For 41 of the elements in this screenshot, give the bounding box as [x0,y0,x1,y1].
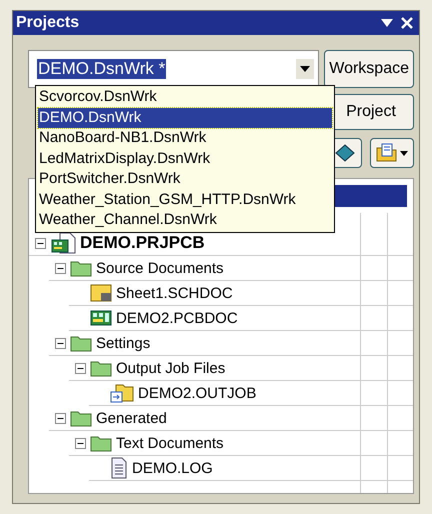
collapse-toggle[interactable] [35,238,46,248]
tree-item[interactable]: Text Documents [116,434,224,452]
folder-icon [70,334,92,352]
collapse-toggle[interactable] [55,338,66,348]
folder-arrow-icon [110,383,134,403]
workspace-combo[interactable]: DEMO.DsnWrk * [28,50,320,88]
tree-item[interactable]: Generated [96,410,167,426]
schematic-document-icon [90,284,112,302]
tree-item[interactable]: Output Job Files [116,360,226,376]
folder-icon [90,359,112,377]
tree-item[interactable]: DEMO2.PCBDOC [116,310,238,326]
collapse-toggle[interactable] [55,412,66,424]
folder-document-icon [376,143,398,163]
folder-icon [70,409,92,427]
folder-icon [90,434,112,452]
caret-icon[interactable] [300,66,310,72]
dropdown-item[interactable]: LedMatrixDisplay.DsnWrk [38,148,332,169]
collapse-toggle[interactable] [75,362,86,374]
dropdown-item[interactable]: PortSwitcher.DsnWrk [38,169,332,190]
tree-item[interactable]: DEMO.LOG [132,460,213,476]
tree-item[interactable]: DEMO2.OUTJOB [138,384,256,402]
tree-item[interactable]: Sheet1.SCHDOC [116,284,233,302]
diamond-icon [334,143,356,163]
circuit-board-icon [90,309,112,327]
dropdown-arrow-icon[interactable] [381,19,393,27]
tree-item[interactable]: Source Documents [96,260,224,276]
caret-icon[interactable] [400,150,408,156]
dropdown-item[interactable]: DEMO.DsnWrk [38,108,332,128]
dropdown-item[interactable]: Weather_Channel.DsnWrk [38,210,332,230]
workspace-button[interactable]: Workspace [324,50,414,88]
panel-title: Projects [16,14,80,32]
collapse-toggle[interactable] [75,438,86,448]
toolbar-button[interactable] [370,138,414,168]
pcb-document-icon [50,232,76,254]
dropdown-item[interactable]: Weather_Station_GSM_HTTP.DsnWrk [38,190,332,210]
close-icon[interactable] [401,17,413,29]
folder-icon [70,259,92,277]
tree-item[interactable]: Settings [96,334,150,352]
text-document-icon [110,457,128,479]
dropdown-item[interactable]: NanoBoard-NB1.DsnWrk [38,128,332,148]
collapse-toggle[interactable] [55,262,66,274]
